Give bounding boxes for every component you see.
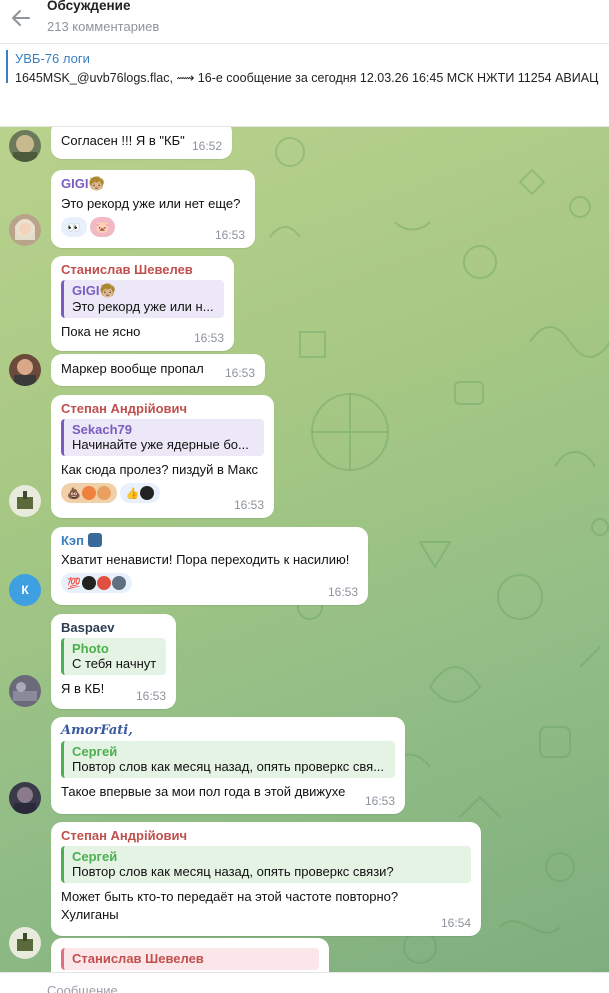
user-avatar[interactable]	[9, 485, 41, 517]
badge-icon	[87, 533, 102, 547]
pinned-accent-bar	[6, 50, 8, 83]
reactions-row: 💯	[61, 573, 358, 593]
quote-author: Photo	[72, 641, 109, 656]
reply-quote[interactable]: Станислав Шевелев	[61, 948, 319, 970]
message-time: 16:53	[135, 689, 166, 703]
message-bubble[interactable]: Baspaev Photo С тебя начнут Я в КБ! 16:5…	[51, 614, 176, 709]
reaction-hundred[interactable]: 💯	[61, 573, 132, 593]
reply-quote[interactable]: GIGI🧒🏼 Это рекорд уже или н...	[61, 280, 224, 318]
pinned-message-bar[interactable]	[0, 44, 609, 127]
quote-text: Повтор слов как месяц назад, опять прове…	[72, 759, 385, 774]
message-time: 16:53	[193, 331, 224, 345]
quote-author: Сергей	[72, 849, 118, 864]
sender-name: Станислав Шевелев	[61, 262, 193, 277]
back-arrow-icon[interactable]	[10, 7, 32, 29]
reaction-thumbs-up[interactable]: 👍	[119, 483, 161, 503]
message-time: 16:54	[440, 916, 471, 930]
pinned-title: УВБ-76 логи	[15, 51, 90, 66]
sender-name: AmorFati,	[61, 723, 133, 738]
quote-text: Начинайте уже ядерные бо...	[72, 437, 249, 452]
message-time: 16:53	[214, 228, 245, 242]
reply-quote[interactable]: Сергей Повтор слов как месяц назад, опят…	[61, 741, 395, 778]
quote-author: Станислав Шевелев	[72, 951, 204, 966]
user-avatar[interactable]	[9, 927, 41, 959]
quote-text: С тебя начнут	[72, 656, 157, 671]
chat-header: Обсуждение 213 комментариев	[0, 0, 609, 44]
message-time: 16:53	[233, 498, 264, 512]
user-avatar[interactable]	[9, 130, 41, 162]
reactor-avatar	[111, 576, 126, 590]
message-bubble[interactable]: Степан Андрійович Сергей Повтор слов как…	[51, 822, 481, 936]
message-bubble[interactable]: GIGI🧒🏼 Это рекорд уже или нет еще? 👀 🐷 1…	[51, 170, 255, 248]
message-time: 16:53	[327, 585, 358, 599]
sender-name: Степан Андрійович	[61, 828, 188, 843]
user-avatar[interactable]	[9, 675, 41, 707]
reaction-eyes[interactable]: 👀	[61, 217, 87, 237]
user-avatar[interactable]	[9, 782, 41, 814]
message-input-bar[interactable]: Сообщение	[0, 972, 609, 993]
reaction-poop[interactable]: 💩	[61, 483, 117, 503]
user-avatar[interactable]: К	[9, 574, 41, 606]
message-bubble[interactable]: Станислав Шевелев	[51, 938, 329, 972]
pinned-text: 1645MSK_@uvb76logs.flac, ⟿ 16-е сообщени…	[15, 71, 599, 85]
chat-area[interactable]: Согласен !!! Я в "КБ" 16:52 GIGI🧒🏼 Это р…	[0, 127, 609, 972]
quote-author: Сергей	[72, 744, 118, 759]
message-bubble[interactable]: AmorFati, Сергей Повтор слов как месяц н…	[51, 717, 405, 814]
sender-name: Baspaev	[61, 620, 115, 635]
message-input[interactable]: Сообщение	[47, 983, 118, 993]
message-text: Может быть кто-то передаёт на этой часто…	[61, 889, 399, 922]
sender-name: GIGI🧒🏼	[61, 176, 105, 191]
message-time: 16:52	[191, 139, 222, 153]
chat-title: Обсуждение	[47, 0, 131, 13]
message-bubble[interactable]: Маркер вообще пропал 16:53	[51, 354, 265, 386]
reactor-avatar	[81, 576, 96, 590]
message-text: Хватит ненависти! Пора переходить к наси…	[61, 552, 350, 567]
message-time: 16:53	[364, 794, 395, 808]
reply-quote[interactable]: Photo С тебя начнут	[61, 638, 166, 675]
message-bubble[interactable]: Степан Андрійович Sekach79 Начинайте уже…	[51, 395, 274, 518]
user-avatar[interactable]	[9, 354, 41, 386]
message-text: Такое впервые за мои пол года в этой дви…	[61, 784, 346, 799]
reaction-pig[interactable]: 🐷	[89, 217, 116, 237]
message-time: 16:53	[224, 366, 255, 380]
reactor-avatar	[140, 486, 155, 500]
sender-name: Кэп	[61, 533, 358, 548]
message-text: Как сюда пролез? пиздуй в Макс	[61, 462, 259, 477]
sender-name: Степан Андрійович	[61, 401, 188, 416]
quote-text: Повтор слов как месяц назад, опять прове…	[72, 864, 394, 879]
quote-author: Sekach79	[72, 422, 132, 437]
reactor-avatar	[96, 576, 111, 590]
message-text: Согласен !!! Я в "КБ"	[61, 133, 185, 148]
quote-author: GIGI🧒🏼	[72, 283, 116, 298]
message-text: Это рекорд уже или нет еще?	[61, 196, 241, 211]
user-avatar[interactable]	[9, 214, 41, 246]
reactor-avatar	[81, 486, 96, 500]
comment-count: 213 комментариев	[47, 19, 160, 34]
quote-text: Это рекорд уже или н...	[72, 299, 214, 314]
reply-quote[interactable]: Sekach79 Начинайте уже ядерные бо...	[61, 419, 264, 456]
reactor-avatar	[96, 486, 111, 500]
message-bubble[interactable]: Станислав Шевелев GIGI🧒🏼 Это рекорд уже …	[51, 256, 234, 351]
reply-quote[interactable]: Сергей Повтор слов как месяц назад, опят…	[61, 846, 471, 883]
message-bubble[interactable]: Согласен !!! Я в "КБ" 16:52	[51, 127, 232, 159]
message-bubble[interactable]: Кэп Хватит ненависти! Пора переходить к …	[51, 527, 368, 605]
